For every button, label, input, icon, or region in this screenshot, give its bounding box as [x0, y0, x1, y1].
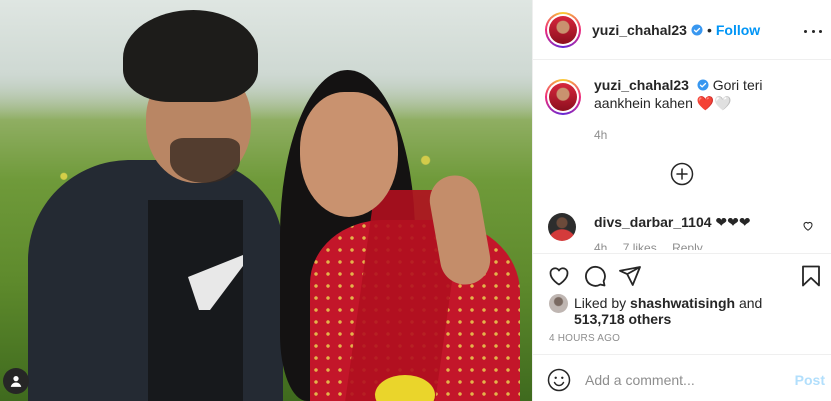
- verified-badge-icon: [697, 79, 709, 91]
- emoji-icon[interactable]: [547, 368, 571, 392]
- caption-time[interactable]: 4h: [594, 128, 607, 142]
- comment-heart-icon[interactable]: [802, 220, 814, 232]
- commenter-username[interactable]: divs_darbar_1104: [594, 214, 712, 230]
- divider: [533, 253, 831, 254]
- author-avatar[interactable]: [545, 11, 581, 48]
- comment-likes[interactable]: 7 likes: [623, 241, 657, 250]
- liker-username[interactable]: shashwatisingh: [630, 295, 735, 311]
- comment-time[interactable]: 4h: [594, 241, 607, 250]
- divider: [533, 354, 831, 355]
- caption-username[interactable]: yuzi_chahal23: [594, 77, 689, 93]
- comment-item: divs_darbar_1104 ❤❤❤ 4h 7 likes Reply: [548, 210, 828, 250]
- user-tag-icon[interactable]: [3, 368, 29, 394]
- add-comment-bar: Post: [547, 366, 827, 394]
- action-bar: [547, 264, 827, 290]
- separator-dot: •: [706, 21, 712, 38]
- commenter-avatar[interactable]: [548, 213, 576, 241]
- comment-icon[interactable]: [583, 264, 607, 288]
- post-dialog: yuzi_chahal23 • Follow yuzi_chahal23 Gor…: [0, 0, 831, 401]
- heart-icon[interactable]: [547, 264, 571, 288]
- post-side-panel: yuzi_chahal23 • Follow yuzi_chahal23 Gor…: [532, 0, 831, 401]
- post-header: yuzi_chahal23 • Follow: [533, 0, 831, 60]
- likes-and: and: [738, 295, 763, 311]
- author-username[interactable]: yuzi_chahal23: [592, 22, 687, 38]
- comment-body: ❤❤❤: [715, 214, 751, 230]
- bookmark-icon[interactable]: [799, 264, 823, 288]
- load-more-comments-icon[interactable]: [670, 162, 694, 186]
- more-options-icon[interactable]: [804, 22, 822, 40]
- likes-prefix: Liked by: [574, 295, 627, 311]
- comment-text: divs_darbar_1104 ❤❤❤: [594, 214, 751, 231]
- caption-text: yuzi_chahal23 Gori teri aankhein kahen ❤…: [594, 76, 809, 115]
- verified-badge-icon: [691, 24, 703, 35]
- add-comment-input[interactable]: [585, 372, 781, 388]
- likes-count[interactable]: 513,718 others: [574, 311, 671, 327]
- photo-woman: [240, 70, 530, 401]
- post-photo[interactable]: [0, 0, 532, 401]
- liker-avatar[interactable]: [549, 294, 568, 313]
- caption-avatar[interactable]: [545, 79, 581, 115]
- caption: yuzi_chahal23 Gori teri aankhein kahen ❤…: [545, 76, 825, 115]
- post-comment-button[interactable]: Post: [795, 372, 825, 388]
- follow-button[interactable]: Follow: [716, 22, 760, 38]
- comment-meta: 4h 7 likes Reply: [594, 241, 715, 250]
- reply-button[interactable]: Reply: [672, 241, 703, 250]
- share-icon[interactable]: [618, 264, 642, 288]
- post-timestamp[interactable]: 4 HOURS AGO: [549, 333, 620, 344]
